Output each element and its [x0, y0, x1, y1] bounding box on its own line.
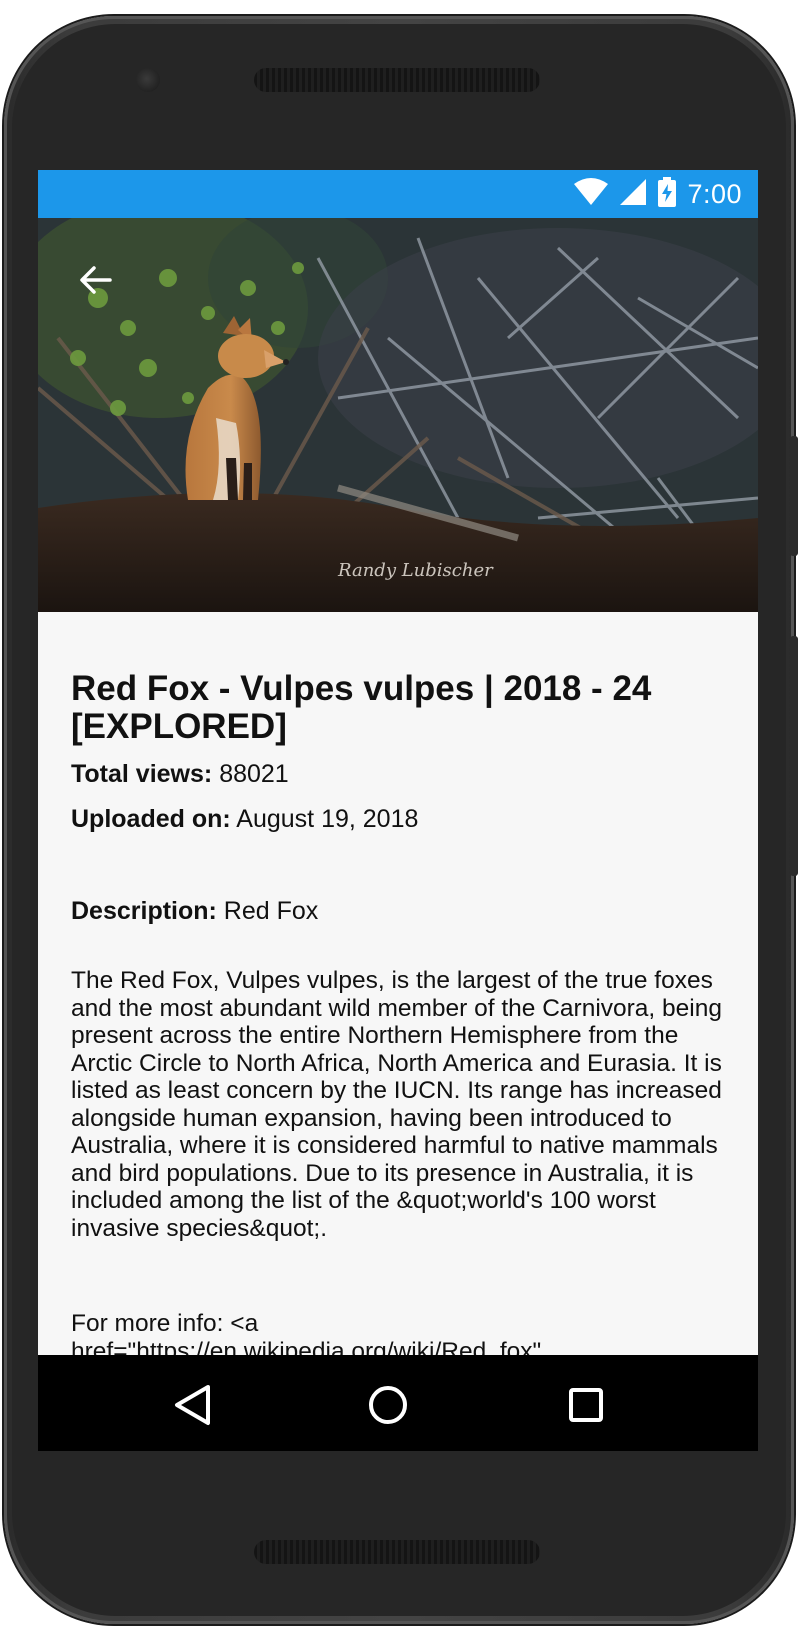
total-views: Total views: 88021 [71, 760, 289, 789]
total-views-value: 88021 [212, 760, 289, 788]
battery-charging-icon [657, 176, 677, 212]
photo-details: Red Fox - Vulpes vulpes | 2018 - 24 [EXP… [38, 612, 758, 1356]
status-bar: 7:00 [38, 170, 758, 218]
description-label: Description: [71, 897, 217, 925]
description-body: The Red Fox, Vulpes vulpes, is the large… [71, 967, 722, 1242]
front-camera [136, 68, 160, 92]
total-views-label: Total views: [71, 760, 213, 788]
back-button[interactable] [68, 252, 124, 308]
photo-header: Randy Lubischer [38, 218, 758, 612]
description: Description: Red Fox [71, 897, 318, 926]
description-value: Red Fox [216, 897, 319, 925]
nav-home-circle-icon [369, 1386, 407, 1424]
more-info-text: For more info: <a href="https://en.wikip… [71, 1310, 542, 1355]
cell-signal-icon [619, 178, 647, 211]
uploaded-on-label: Uploaded on: [71, 805, 231, 833]
power-button [790, 436, 798, 556]
nav-recents-button[interactable] [560, 1379, 612, 1431]
screen: 7:00 Randy Lubischer Red Fox - Vulpes vu… [38, 170, 758, 1451]
nav-recents-square-icon [569, 1388, 603, 1422]
fox-photo: Randy Lubischer [38, 218, 758, 612]
top-speaker-grille [254, 68, 540, 92]
volume-button [790, 636, 798, 876]
status-time: 7:00 [687, 178, 742, 209]
uploaded-on-value: August 19, 2018 [230, 805, 419, 833]
photo-title: Red Fox - Vulpes vulpes | 2018 - 24 [EXP… [71, 669, 652, 746]
svg-text:Randy Lubischer: Randy Lubischer [337, 560, 494, 581]
bottom-speaker-grille [254, 1540, 540, 1564]
nav-home-button[interactable] [362, 1379, 414, 1431]
wifi-icon [573, 177, 609, 211]
arrow-back-icon [80, 266, 112, 294]
nav-back-button[interactable] [166, 1379, 218, 1431]
navigation-bar [38, 1355, 758, 1451]
nav-back-triangle-icon [175, 1385, 210, 1425]
uploaded-on: Uploaded on: August 19, 2018 [71, 805, 418, 834]
